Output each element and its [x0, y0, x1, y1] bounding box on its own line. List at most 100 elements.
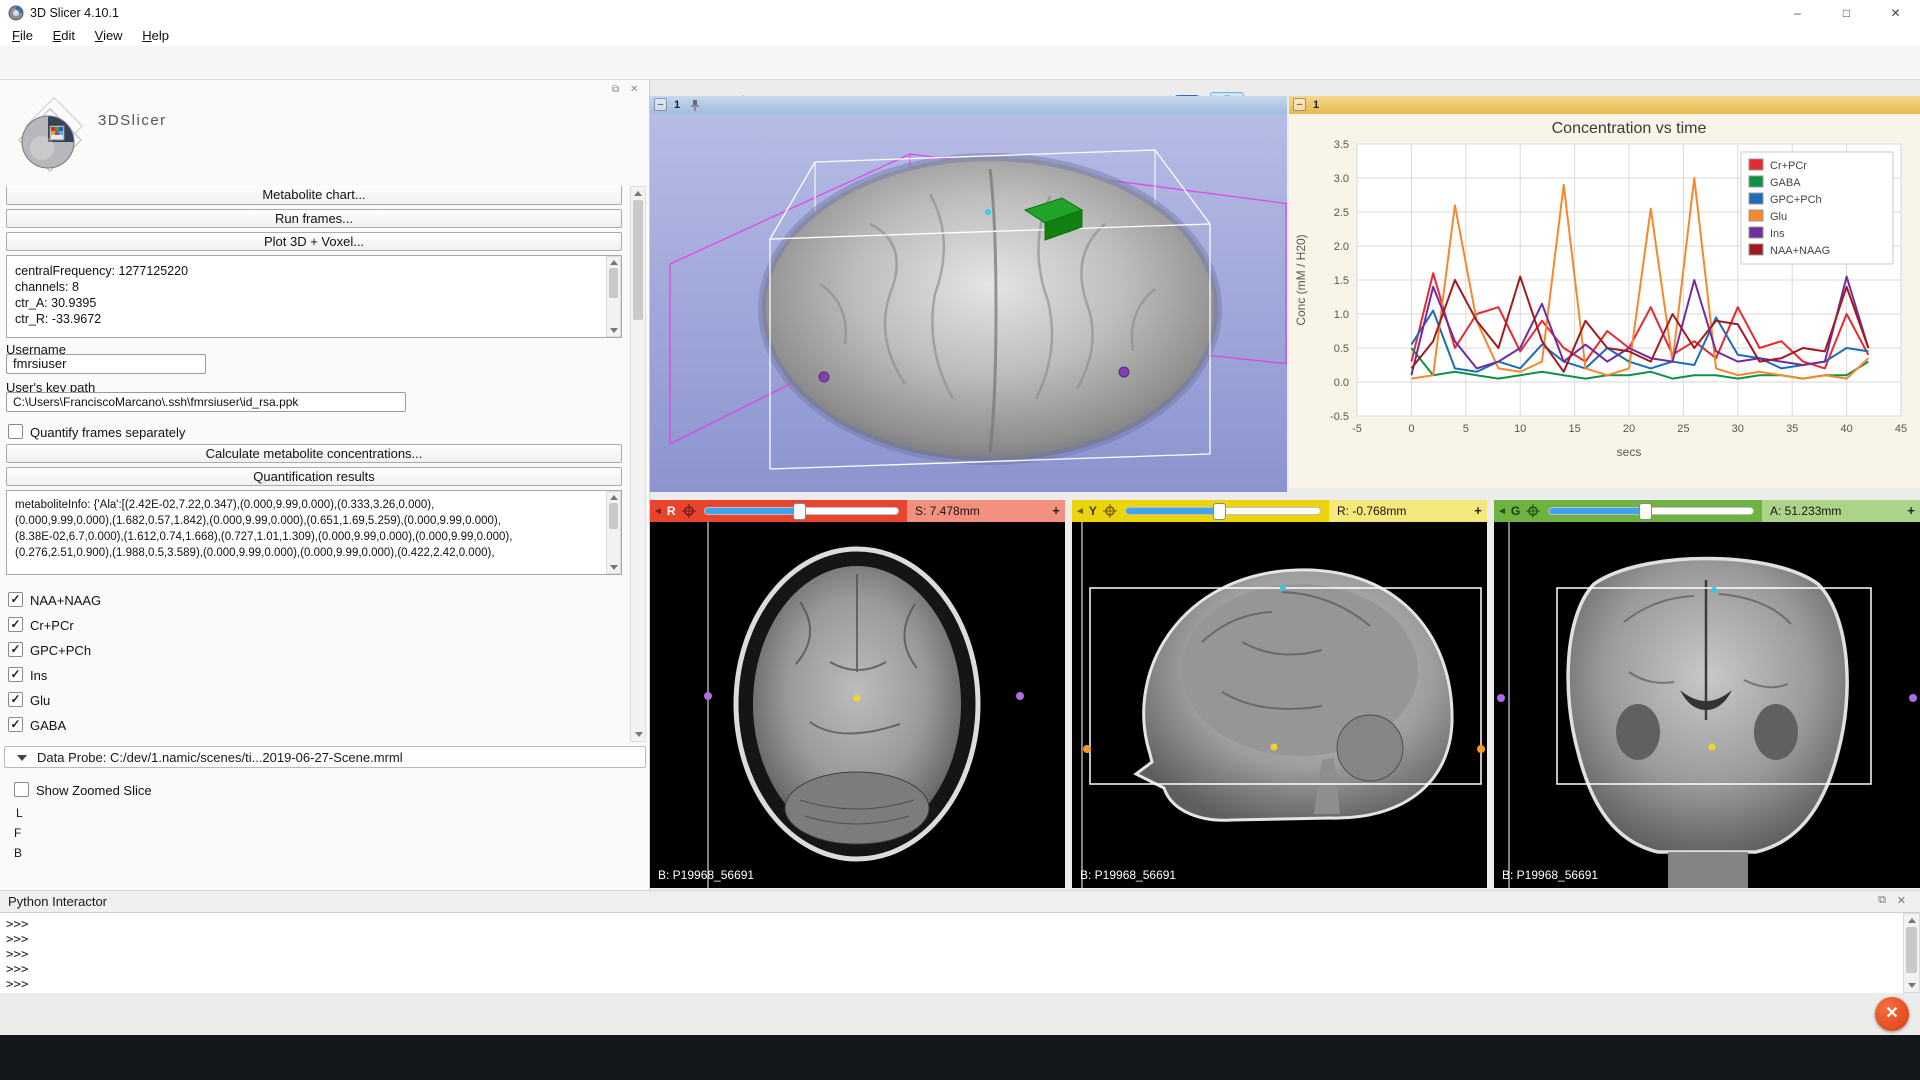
slice-menu-plus-icon[interactable]: +	[1902, 500, 1920, 522]
view3d-number: 1	[674, 99, 680, 111]
floating-close-button[interactable]: ✕	[1875, 997, 1909, 1031]
minimize-button[interactable]: –	[1773, 0, 1822, 26]
parameters-textbox[interactable]: centralFrequency: 1277125220 channels: 8…	[6, 255, 622, 338]
metabolite-checkbox[interactable]: ✓	[8, 667, 23, 682]
slice-visibility-icon[interactable]	[1526, 504, 1540, 518]
collapse-arrow-icon[interactable]: ◄	[653, 506, 663, 517]
quantify-frames-checkbox[interactable]	[8, 424, 23, 439]
module-panel: 3DSlicer ⧉ ✕ Metabolite chart... Run fra…	[0, 80, 650, 890]
python-console[interactable]: >>> >>> >>> >>> >>>	[0, 912, 1920, 993]
slider-handle[interactable]	[1213, 503, 1226, 520]
dock-close-icon[interactable]: ✕	[1897, 894, 1906, 907]
marker-dot-yellow[interactable]	[1271, 744, 1278, 751]
temporal-lobe-right	[1754, 704, 1798, 760]
windows-taskbar: W X O P V VC X FZ 8 ⧓ N ? ⟳ ✕	[0, 1035, 1920, 1080]
svg-text:1.0: 1.0	[1334, 309, 1349, 321]
calculate-concentrations-button[interactable]: Calculate metabolite concentrations...	[6, 444, 622, 463]
panel-close-icon[interactable]: ✕	[630, 84, 638, 95]
slice-offset-slider[interactable]	[704, 507, 899, 515]
marker-dot-purple[interactable]	[1497, 694, 1505, 702]
fiducial-dot-cyan[interactable]	[985, 209, 991, 215]
svg-text:Cr+PCr: Cr+PCr	[1770, 160, 1807, 172]
slice-offset-slider[interactable]	[1548, 507, 1754, 515]
marker-dot-purple[interactable]	[704, 692, 712, 700]
svg-text:25: 25	[1677, 423, 1689, 435]
metabolite-checkbox[interactable]: ✓	[8, 617, 23, 632]
slice-offset-slider[interactable]	[1125, 507, 1321, 515]
metabolite-info-line: (0.000,9.99,0.000),(1.682,0.57,1.842),(0…	[7, 513, 621, 529]
slice-menu-plus-icon[interactable]: +	[1469, 500, 1487, 522]
collapse-arrow-icon[interactable]: ◄	[1497, 506, 1507, 517]
slider-handle[interactable]	[1639, 503, 1652, 520]
svg-text:Ins: Ins	[1770, 228, 1785, 240]
marker-dot-cyan[interactable]	[1711, 587, 1717, 593]
metabolite-info-textbox[interactable]: metaboliteInfo: {'Ala':[(2.42E-02,7.22,0…	[6, 490, 622, 575]
textbox-scrollbar[interactable]	[606, 256, 621, 337]
marker-dot-yellow[interactable]	[1709, 744, 1716, 751]
metabolite-checkbox[interactable]: ✓	[8, 642, 23, 657]
svg-text:3.0: 3.0	[1334, 173, 1349, 185]
svg-text:30: 30	[1732, 423, 1744, 435]
slicer-logo	[6, 96, 94, 184]
svg-text:2.0: 2.0	[1334, 241, 1349, 253]
slice-view-axial[interactable]: B: P19968_56691	[650, 522, 1065, 888]
key-path-input[interactable]: C:\Users\FranciscoMarcano\.ssh\fmrsiuser…	[6, 392, 406, 412]
marker-dot-cyan[interactable]	[1280, 585, 1286, 591]
panel-popout-icon[interactable]: ⧉	[612, 84, 619, 95]
view3d-collapse-button[interactable]: –	[654, 98, 667, 111]
desktop: { "window": { "title": "3D Slicer 4.10.1…	[0, 0, 1920, 1080]
view3d-header: – 1	[650, 96, 1287, 114]
menu-view[interactable]: View	[87, 26, 131, 45]
chart-header: – 1	[1289, 96, 1920, 114]
textbox-scrollbar[interactable]	[606, 491, 621, 574]
slice-visibility-icon[interactable]	[682, 504, 696, 518]
username-input[interactable]: fmrsiuser	[6, 354, 206, 374]
svg-text:5: 5	[1463, 423, 1469, 435]
slice-offset-value: S: 7.478mm	[907, 500, 1047, 522]
svg-text:secs: secs	[1617, 445, 1642, 459]
maximize-button[interactable]: □	[1822, 0, 1871, 26]
view3d-viewport[interactable]	[650, 114, 1287, 492]
orientation-label-f: F	[14, 826, 21, 840]
quantification-results-button[interactable]: Quantification results	[6, 467, 622, 486]
metabolite-checkbox-label: Ins	[30, 668, 47, 683]
title-bar: 3D Slicer 4.10.1 – □ ✕	[0, 0, 1920, 26]
menu-help[interactable]: Help	[134, 26, 177, 45]
show-zoomed-slice-checkbox[interactable]	[14, 782, 29, 797]
slice-bar-green: ◄ G A: 51.233mm +	[1494, 500, 1920, 522]
run-frames-button[interactable]: Run frames...	[6, 209, 622, 228]
slice-menu-plus-icon[interactable]: +	[1047, 500, 1065, 522]
metabolite-checkbox[interactable]: ✓	[8, 717, 23, 732]
window-title: 3D Slicer 4.10.1	[30, 6, 119, 20]
roi-handle-right[interactable]	[1119, 367, 1129, 377]
close-button[interactable]: ✕	[1871, 0, 1920, 26]
plot-3d-voxel-button[interactable]: Plot 3D + Voxel...	[6, 232, 622, 251]
concentration-chart[interactable]: -5051015202530354045-0.50.00.51.01.52.02…	[1289, 114, 1920, 488]
chart-view-number: 1	[1313, 99, 1319, 111]
slice-view-coronal[interactable]: B: P19968_56691	[1494, 522, 1920, 888]
roi-handle-left[interactable]	[819, 372, 829, 382]
dock-float-icon[interactable]: ⧉	[1878, 894, 1886, 907]
metabolite-checkbox[interactable]: ✓	[8, 692, 23, 707]
metabolite-chart-button[interactable]: Metabolite chart...	[6, 186, 622, 205]
param-line: centralFrequency: 1277125220	[7, 263, 621, 279]
chart-collapse-button[interactable]: –	[1293, 98, 1306, 111]
collapse-arrow-icon[interactable]: ◄	[1075, 506, 1085, 517]
menu-file[interactable]: File	[4, 26, 41, 45]
slider-handle[interactable]	[793, 503, 806, 520]
slice-view-label: G	[1511, 504, 1520, 518]
menu-edit[interactable]: Edit	[45, 26, 83, 45]
marker-dot-orange[interactable]	[1477, 745, 1485, 753]
metabolite-checkbox[interactable]: ✓	[8, 592, 23, 607]
slice-bar-yellow: ◄ Y R: -0.768mm +	[1072, 500, 1487, 522]
data-probe-collapsible[interactable]: Data Probe: C:/dev/1.namic/scenes/ti...2…	[4, 746, 646, 768]
panel-scrollbar[interactable]	[630, 186, 646, 742]
marker-dot-orange[interactable]	[1083, 745, 1091, 753]
slice-view-sagittal[interactable]: B: P19968_56691	[1072, 522, 1487, 888]
marker-dot-purple[interactable]	[1016, 692, 1024, 700]
pin-icon[interactable]	[688, 98, 702, 112]
marker-dot-yellow[interactable]	[854, 695, 861, 702]
console-scrollbar[interactable]	[1903, 913, 1920, 993]
marker-dot-purple[interactable]	[1909, 694, 1917, 702]
slice-visibility-icon[interactable]	[1103, 504, 1117, 518]
